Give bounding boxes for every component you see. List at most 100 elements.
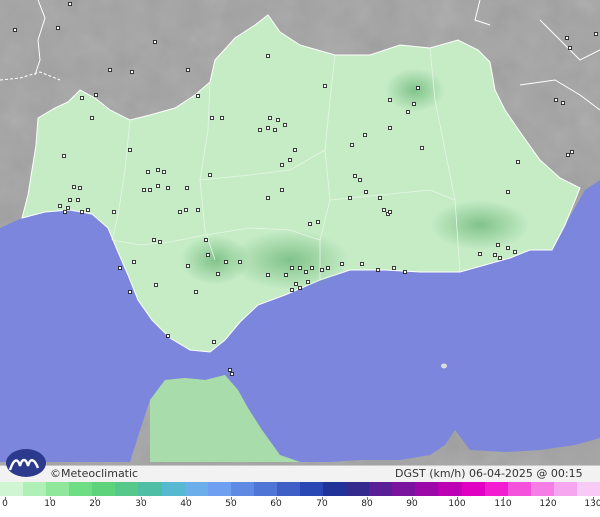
station-marker[interactable] [206,253,210,257]
station-marker[interactable] [228,368,232,372]
station-marker[interactable] [506,190,510,194]
station-marker[interactable] [186,68,190,72]
station-marker[interactable] [196,94,200,98]
station-marker[interactable] [388,98,392,102]
station-marker[interactable] [403,270,407,274]
station-marker[interactable] [565,36,569,40]
station-marker[interactable] [68,198,72,202]
station-marker[interactable] [348,196,352,200]
station-marker[interactable] [62,154,66,158]
station-marker[interactable] [212,340,216,344]
station-marker[interactable] [156,168,160,172]
station-marker[interactable] [90,116,94,120]
station-marker[interactable] [298,286,302,290]
station-marker[interactable] [498,256,502,260]
station-marker[interactable] [166,334,170,338]
station-marker[interactable] [142,188,146,192]
station-marker[interactable] [266,126,270,130]
station-marker[interactable] [283,123,287,127]
station-marker[interactable] [388,210,392,214]
station-marker[interactable] [478,252,482,256]
station-marker[interactable] [146,170,150,174]
station-marker[interactable] [94,93,98,97]
station-marker[interactable] [360,262,364,266]
station-marker[interactable] [568,46,572,50]
station-marker[interactable] [162,170,166,174]
station-marker[interactable] [290,266,294,270]
station-marker[interactable] [516,160,520,164]
station-marker[interactable] [112,210,116,214]
station-marker[interactable] [78,186,82,190]
station-marker[interactable] [496,243,500,247]
station-marker[interactable] [570,150,574,154]
station-marker[interactable] [224,260,228,264]
station-marker[interactable] [266,273,270,277]
station-marker[interactable] [56,26,60,30]
station-marker[interactable] [320,268,324,272]
station-marker[interactable] [230,372,234,376]
station-marker[interactable] [268,116,272,120]
station-marker[interactable] [58,204,62,208]
station-marker[interactable] [158,240,162,244]
station-marker[interactable] [594,32,598,36]
station-marker[interactable] [293,148,297,152]
station-marker[interactable] [290,288,294,292]
station-marker[interactable] [310,266,314,270]
station-marker[interactable] [238,260,242,264]
station-marker[interactable] [323,84,327,88]
station-marker[interactable] [412,102,416,106]
station-marker[interactable] [273,128,277,132]
station-marker[interactable] [298,266,302,270]
station-marker[interactable] [353,174,357,178]
station-marker[interactable] [72,185,76,189]
station-marker[interactable] [152,238,156,242]
map-area[interactable] [0,0,600,482]
station-marker[interactable] [86,208,90,212]
station-marker[interactable] [63,210,67,214]
map-canvas[interactable] [0,0,600,482]
station-marker[interactable] [566,153,570,157]
station-marker[interactable] [350,143,354,147]
station-marker[interactable] [13,28,17,32]
station-marker[interactable] [148,188,152,192]
station-marker[interactable] [316,220,320,224]
station-marker[interactable] [185,186,189,190]
station-marker[interactable] [128,290,132,294]
station-marker[interactable] [184,208,188,212]
station-marker[interactable] [154,283,158,287]
station-marker[interactable] [130,70,134,74]
station-marker[interactable] [153,40,157,44]
station-marker[interactable] [210,116,214,120]
station-marker[interactable] [118,266,122,270]
station-marker[interactable] [266,54,270,58]
station-marker[interactable] [194,290,198,294]
station-marker[interactable] [363,133,367,137]
station-marker[interactable] [156,184,160,188]
station-marker[interactable] [306,280,310,284]
station-marker[interactable] [276,118,280,122]
station-marker[interactable] [280,188,284,192]
station-marker[interactable] [364,190,368,194]
station-marker[interactable] [132,260,136,264]
station-marker[interactable] [513,250,517,254]
station-marker[interactable] [340,262,344,266]
station-marker[interactable] [204,238,208,242]
station-marker[interactable] [208,173,212,177]
station-marker[interactable] [68,2,72,6]
station-marker[interactable] [420,146,424,150]
station-marker[interactable] [392,266,396,270]
station-marker[interactable] [376,268,380,272]
station-marker[interactable] [554,98,558,102]
station-marker[interactable] [280,163,284,167]
station-marker[interactable] [66,206,70,210]
station-marker[interactable] [128,148,132,152]
station-marker[interactable] [388,126,392,130]
station-marker[interactable] [108,68,112,72]
station-marker[interactable] [406,110,410,114]
station-marker[interactable] [166,186,170,190]
station-marker[interactable] [294,282,298,286]
station-marker[interactable] [288,158,292,162]
station-marker[interactable] [561,101,565,105]
station-marker[interactable] [186,264,190,268]
station-marker[interactable] [196,208,200,212]
